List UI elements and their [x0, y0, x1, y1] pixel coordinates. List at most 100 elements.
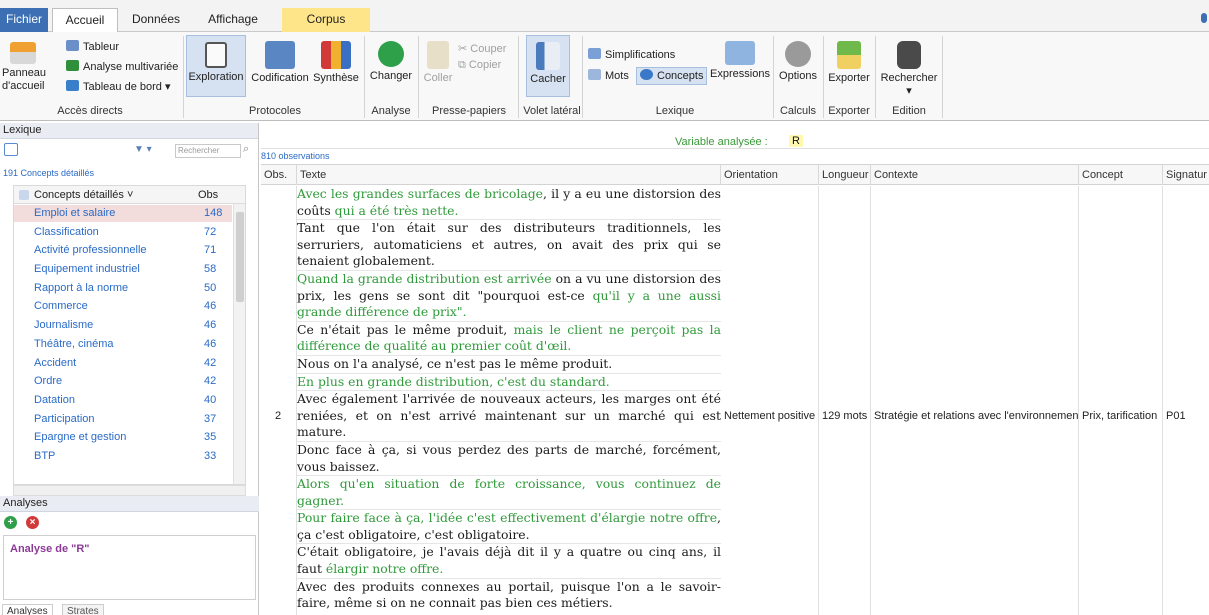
tab-corpus[interactable]: Corpus	[282, 8, 370, 32]
analyse-item[interactable]: Analyse de "R"	[10, 543, 90, 555]
cell-obs: 2	[261, 186, 297, 615]
text-segment: Avec des produits connexes au portail, p…	[297, 578, 721, 611]
synthese-button[interactable]: Synthèse	[312, 41, 360, 85]
tab-fichier[interactable]: Fichier	[0, 8, 48, 32]
cell-obs-value: 2	[275, 410, 282, 422]
observations-count: 810 observations	[261, 151, 330, 161]
cacher-button[interactable]: Cacher	[526, 35, 570, 97]
changer-button[interactable]: Changer	[367, 41, 415, 83]
cell-texte[interactable]: Avec les grandes surfaces de bricolage, …	[297, 186, 721, 615]
text-segment: Avec également l'arrivée de nouveaux act…	[297, 391, 721, 440]
lexique-row[interactable]: Rapport à la norme 50	[14, 279, 245, 298]
lexique-row[interactable]: BTP 33	[14, 447, 245, 466]
variable-value[interactable]: R	[789, 135, 803, 147]
column-obs[interactable]: Obs.	[261, 165, 297, 185]
remove-icon[interactable]: ×	[26, 516, 40, 529]
coller-button[interactable]: Coller	[420, 41, 456, 85]
lexique-row-obs: 46	[204, 337, 217, 350]
panneau-accueil-button[interactable]: Panneau d'accueil	[2, 42, 46, 93]
column-concept[interactable]: Concept	[1079, 165, 1163, 185]
chevron-down-icon: ▾	[906, 85, 912, 97]
lexique-hscrollbar[interactable]	[13, 485, 246, 496]
lexique-row[interactable]: Datation 40	[14, 391, 245, 410]
mots-button[interactable]: Mots	[588, 69, 629, 83]
lexique-row[interactable]: Théâtre, cinéma 46	[14, 335, 245, 354]
column-texte[interactable]: Texte	[297, 165, 721, 185]
tableur-button[interactable]: Tableur	[66, 40, 119, 54]
lexique-row-obs: 46	[204, 300, 217, 313]
lexique-row-label: Classification	[34, 225, 99, 238]
column-contexte[interactable]: Contexte	[871, 165, 1079, 185]
words-icon	[588, 69, 601, 80]
exploration-button[interactable]: Exploration	[186, 35, 246, 97]
panneau-label-2: d'accueil	[2, 80, 45, 92]
refresh-icon	[378, 41, 404, 67]
text-paragraphs: Avec les grandes surfaces de bricolage, …	[297, 186, 721, 612]
highlighted-segment: Alors qu'en situation de forte croissanc…	[297, 476, 721, 508]
text-paragraph: Quand la grande distribution est arrivée…	[297, 269, 721, 321]
bar-chart-icon	[321, 41, 351, 69]
lexique-search-input[interactable]: Rechercher	[175, 144, 241, 158]
exporter-button[interactable]: Exporter	[826, 41, 872, 85]
options-button[interactable]: Options	[776, 41, 820, 83]
simplifications-button[interactable]: Simplifications	[588, 48, 675, 62]
tab-accueil[interactable]: Accueil	[52, 8, 118, 32]
column-longueur[interactable]: Longueur	[819, 165, 871, 185]
tableau-bord-button[interactable]: Tableau de bord ▾	[66, 80, 170, 94]
text-paragraph: Avec les grandes surfaces de bricolage, …	[297, 186, 721, 219]
rechercher-label: Rechercher	[880, 72, 938, 84]
text-paragraph: Alors qu'en situation de forte croissanc…	[297, 475, 721, 509]
lexique-row[interactable]: Participation 37	[14, 410, 245, 429]
lexique-row[interactable]: Ordre 42	[14, 372, 245, 391]
lexique-row[interactable]: Equipement industriel 58	[14, 260, 245, 279]
help-icon[interactable]	[1201, 13, 1207, 23]
multivariate-icon	[66, 60, 79, 71]
lexique-row-label: Journalisme	[34, 319, 94, 332]
lexique-row-obs: 46	[204, 319, 217, 332]
tab-donnees[interactable]: Données	[122, 8, 190, 32]
lexique-row-obs: 58	[204, 263, 217, 276]
codification-button[interactable]: Codification	[248, 41, 312, 85]
tree-icon[interactable]	[4, 143, 18, 156]
add-icon[interactable]: +	[4, 516, 17, 529]
lexique-row[interactable]: Commerce 46	[14, 297, 245, 316]
filter-icon[interactable]: ▼ ▾	[134, 144, 152, 155]
expressions-button[interactable]: Expressions	[710, 41, 770, 81]
copier-button[interactable]: ⧉ Copier	[458, 58, 501, 72]
cell-signature-value: P01	[1166, 410, 1186, 422]
analyse-multivariee-button[interactable]: Analyse multivariée	[66, 60, 178, 74]
column-orientation[interactable]: Orientation	[721, 165, 819, 185]
concepts-button[interactable]: Concepts	[636, 67, 708, 85]
column-concepts[interactable]: Concepts détaillés ˅	[34, 186, 133, 204]
column-signature[interactable]: Signatur	[1163, 165, 1209, 185]
column-obs[interactable]: Obs	[198, 186, 218, 204]
lexique-row[interactable]: Emploi et salaire 148	[14, 204, 245, 223]
lexique-row-label: Participation	[34, 412, 95, 425]
lexique-row[interactable]: Accident 42	[14, 354, 245, 373]
tab-strates[interactable]: Strates	[62, 604, 104, 615]
ribbon-separator	[183, 36, 184, 118]
lexique-header: Lexique	[0, 123, 258, 139]
group-calculs: Calculs	[779, 105, 817, 117]
tab-analyses[interactable]: Analyses	[2, 604, 53, 615]
lexique-scrollbar[interactable]	[233, 204, 245, 484]
couper-button[interactable]: ✂ Couper	[458, 42, 506, 56]
analyses-header: Analyses	[0, 496, 259, 512]
cell-orientation-value: Nettement positive	[724, 410, 816, 422]
lexique-row[interactable]: Epargne et gestion 35	[14, 428, 245, 447]
lexique-row[interactable]: Classification 72	[14, 223, 245, 242]
scissors-icon: ✂	[458, 43, 471, 55]
ribbon-separator	[418, 36, 419, 118]
observations-grid: Obs. Texte Orientation Longueur Contexte…	[261, 164, 1209, 615]
paste-icon	[427, 41, 449, 69]
rechercher-button[interactable]: Rechercher ▾	[878, 41, 940, 98]
lexique-row-label: Commerce	[34, 300, 88, 313]
copier-label: Copier	[468, 59, 502, 71]
text-paragraph: Avec également l'arrivée de nouveaux act…	[297, 390, 721, 441]
tab-affichage[interactable]: Affichage	[194, 8, 272, 32]
search-icon[interactable]: ⌕	[243, 143, 249, 156]
lexique-scroll-thumb[interactable]	[236, 212, 244, 302]
lexique-row[interactable]: Activité professionnelle 71	[14, 241, 245, 260]
highlighted-segment: Avec les grandes surfaces de bricolage	[297, 186, 543, 201]
lexique-row[interactable]: Journalisme 46	[14, 316, 245, 335]
